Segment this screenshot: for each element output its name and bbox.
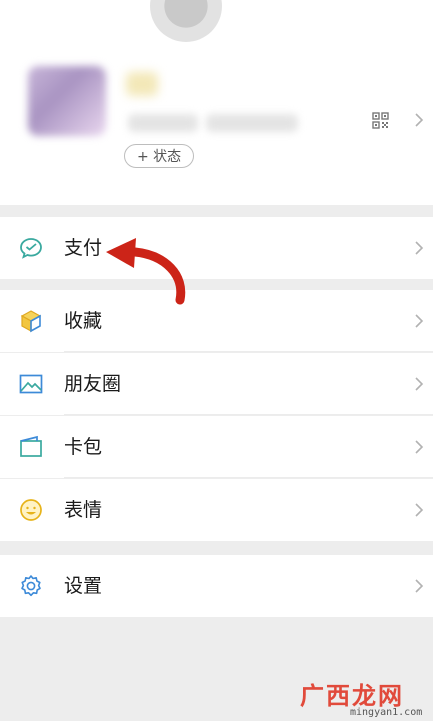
menu-item-cards[interactable]: 卡包 (0, 416, 433, 478)
annotation-arrow-icon (106, 238, 186, 305)
chevron-right-icon[interactable] (414, 112, 424, 128)
menu-label: 收藏 (64, 310, 103, 332)
menu-item-settings[interactable]: 设置 (0, 555, 433, 617)
card-wallet-icon (20, 435, 42, 457)
watermark-url: mingyan1.com (350, 707, 423, 718)
menu-label: 设置 (64, 575, 103, 597)
nickname-blurred (126, 72, 158, 96)
menu-label: 卡包 (64, 436, 103, 458)
profile-header: + 状态 (0, 0, 433, 205)
favorites-cube-icon (20, 310, 42, 333)
menu-item-favorites[interactable]: 收藏 (0, 290, 433, 352)
chevron-right-icon (415, 314, 424, 328)
chevron-right-icon (415, 241, 424, 255)
chevron-right-icon (415, 440, 424, 454)
divider (64, 351, 433, 352)
qr-code-icon[interactable] (372, 112, 389, 129)
wechat-id-blurred (128, 114, 198, 132)
wechat-id-blurred (206, 114, 298, 132)
chevron-right-icon (415, 503, 424, 517)
avatar[interactable] (28, 66, 106, 136)
smiley-face-icon (20, 499, 42, 521)
camera-circle-icon[interactable] (150, 0, 222, 42)
watermark-logo: 广西龙网 (300, 682, 404, 710)
menu-item-moments[interactable]: 朋友圈 (0, 353, 433, 415)
moments-picture-icon (19, 374, 43, 394)
chevron-right-icon (415, 377, 424, 391)
menu-item-pay[interactable]: 支付 (0, 217, 433, 279)
divider (64, 477, 433, 478)
menu-label: 表情 (64, 499, 103, 521)
add-status-label: + 状态 (137, 149, 182, 165)
chevron-right-icon (415, 579, 424, 593)
menu-label: 朋友圈 (64, 373, 122, 395)
pay-icon (20, 238, 42, 259)
add-status-button[interactable]: + 状态 (124, 144, 195, 168)
menu-item-stickers[interactable]: 表情 (0, 479, 433, 541)
menu-label: 支付 (64, 237, 103, 259)
gear-icon (21, 575, 41, 597)
divider (64, 414, 433, 415)
